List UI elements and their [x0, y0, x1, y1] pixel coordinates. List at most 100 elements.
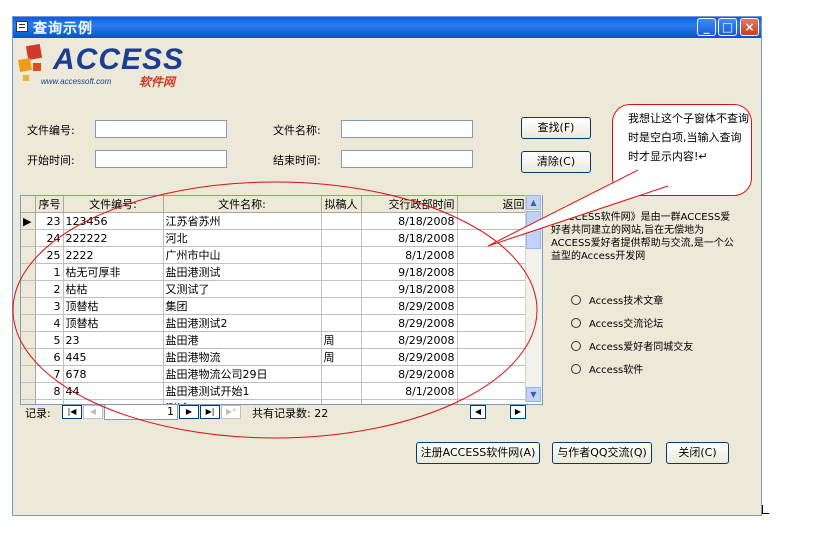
close-button[interactable]: 关闭(C) — [666, 442, 729, 464]
table-cell[interactable]: 6 — [35, 348, 64, 366]
new-record-icon[interactable]: ▶* — [221, 405, 241, 419]
table-cell[interactable] — [457, 348, 528, 366]
table-cell[interactable] — [457, 314, 528, 332]
find-button[interactable]: 查找(F) — [521, 117, 591, 139]
scroll-down-icon[interactable]: ▼ — [526, 387, 541, 402]
scroll-left-icon[interactable]: ◀ — [470, 405, 486, 419]
table-cell[interactable]: 盐田港物流公司29日 — [163, 365, 322, 383]
table-cell[interactable] — [457, 263, 528, 281]
table-row[interactable]: 24 222222 河北 8/18/2008 — [21, 229, 528, 247]
table-cell[interactable] — [321, 263, 362, 281]
row-selector[interactable] — [21, 246, 36, 264]
prev-record-icon[interactable]: ◀ — [83, 405, 103, 419]
minimize-button[interactable]: _ — [697, 18, 716, 36]
table-cell[interactable]: 8/29/2008 — [361, 365, 458, 383]
table-cell[interactable] — [457, 212, 528, 230]
table-cell[interactable]: 8/29/2008 — [361, 314, 458, 332]
table-cell[interactable]: 8/18/2008 — [361, 212, 458, 230]
table-cell[interactable] — [457, 382, 528, 400]
table-row[interactable]: 6 445 盐田港物流周 8/29/2008 — [21, 348, 528, 366]
record-number-input[interactable]: 1 — [104, 404, 178, 420]
table-row[interactable]: 25 2222 广州市中山 8/1/2008 — [21, 246, 528, 264]
radio-icon[interactable] — [571, 295, 581, 305]
first-record-icon[interactable]: |◀ — [62, 405, 82, 419]
radio-icon[interactable] — [571, 318, 581, 328]
column-header[interactable]: 文件名称: — [163, 196, 322, 213]
table-cell[interactable]: 枯枯 — [63, 280, 164, 298]
maximize-button[interactable]: □ — [718, 18, 737, 36]
table-cell[interactable]: 9/18/2008 — [361, 280, 458, 298]
column-header[interactable]: 拟稿人 — [321, 196, 362, 213]
table-cell[interactable]: 盐田港测试开始1 — [163, 382, 322, 400]
row-selector[interactable] — [21, 314, 36, 332]
title-bar[interactable]: 查询示例 _ □ × — [13, 17, 761, 38]
end-time-input[interactable] — [341, 150, 473, 168]
table-cell[interactable]: 1 — [35, 263, 64, 281]
table-cell[interactable]: 8/1/2008 — [361, 382, 458, 400]
table-cell[interactable]: 河北 — [163, 229, 322, 247]
table-row[interactable]: 7 678 盐田港物流公司29日 8/29/2008 — [21, 365, 528, 383]
option-link[interactable]: Access爱好者同城交友 — [571, 338, 693, 353]
table-cell[interactable]: 25 — [35, 246, 64, 264]
table-cell[interactable]: 盐田港测试2 — [163, 314, 322, 332]
table-cell[interactable]: 3 — [35, 297, 64, 315]
radio-icon[interactable] — [571, 341, 581, 351]
row-selector[interactable] — [21, 280, 36, 298]
table-cell[interactable] — [321, 280, 362, 298]
start-time-input[interactable] — [95, 150, 227, 168]
close-window-button[interactable]: × — [740, 18, 759, 36]
table-row[interactable]: 1 枯无可厚非 盐田港测试 9/18/2008 — [21, 263, 528, 281]
scroll-up-icon[interactable]: ▲ — [526, 195, 541, 210]
radio-icon[interactable] — [571, 364, 581, 374]
table-cell[interactable]: 7 — [35, 365, 64, 383]
table-cell[interactable] — [321, 365, 362, 383]
row-selector[interactable] — [21, 297, 36, 315]
row-selector[interactable] — [21, 263, 36, 281]
table-cell[interactable]: 8/29/2008 — [361, 331, 458, 349]
column-header[interactable]: 返回 — [457, 196, 528, 213]
row-selector[interactable] — [21, 331, 36, 349]
table-cell[interactable]: 盐田港物流 — [163, 348, 322, 366]
scroll-right-icon[interactable]: ▶ — [510, 405, 526, 419]
table-row[interactable]: 5 23 盐田港周 8/29/2008 — [21, 331, 528, 349]
clear-button[interactable]: 清除(C) — [521, 151, 591, 173]
row-selector[interactable]: ▶ — [21, 212, 36, 230]
table-cell[interactable]: 江苏省苏州 — [163, 212, 322, 230]
table-cell[interactable]: 2 — [35, 280, 64, 298]
table-cell[interactable]: 盐田港测试 — [163, 263, 322, 281]
table-cell[interactable]: 8 — [35, 382, 64, 400]
column-header[interactable]: 序号 — [35, 196, 64, 213]
table-cell[interactable]: 222222 — [63, 229, 164, 247]
row-selector[interactable] — [21, 382, 36, 400]
table-cell[interactable]: 集团 — [163, 297, 322, 315]
table-cell[interactable]: 顶替枯 — [63, 314, 164, 332]
table-cell[interactable] — [321, 382, 362, 400]
records-datasheet[interactable]: 序号 文件编号: 文件名称: 拟稿人 交行政部时间 返回 ▶ 23 123456 江苏省苏州 8/… — [20, 195, 543, 405]
table-cell[interactable]: 顶替枯 — [63, 297, 164, 315]
next-record-icon[interactable]: ▶ — [179, 405, 199, 419]
table-cell[interactable] — [321, 314, 362, 332]
table-cell[interactable]: 24 — [35, 229, 64, 247]
option-link[interactable]: Access技术文章 — [571, 292, 663, 307]
row-selector[interactable] — [21, 229, 36, 247]
table-row[interactable]: 2 枯枯 又测试了 9/18/2008 — [21, 280, 528, 298]
row-selector[interactable] — [21, 348, 36, 366]
table-cell[interactable]: 4 — [35, 314, 64, 332]
table-cell[interactable]: 23 — [35, 212, 64, 230]
column-header[interactable]: 文件编号: — [63, 196, 164, 213]
last-record-icon[interactable]: ▶| — [200, 405, 220, 419]
table-cell[interactable] — [457, 280, 528, 298]
table-cell[interactable] — [321, 246, 362, 264]
table-cell[interactable]: 8/29/2008 — [361, 348, 458, 366]
table-cell[interactable]: 周 — [321, 348, 362, 366]
row-selector[interactable] — [21, 365, 36, 383]
option-link[interactable]: Access软件 — [571, 361, 643, 376]
table-cell[interactable] — [457, 246, 528, 264]
file-name-input[interactable] — [341, 120, 473, 138]
table-row[interactable]: 3 顶替枯 集团 8/29/2008 — [21, 297, 528, 315]
column-header[interactable]: 交行政部时间 — [361, 196, 458, 213]
vertical-scrollbar[interactable]: ▲ ▼ — [525, 195, 542, 403]
table-cell[interactable] — [321, 212, 362, 230]
table-cell[interactable]: 9/18/2008 — [361, 263, 458, 281]
table-cell[interactable]: 44 — [63, 382, 164, 400]
